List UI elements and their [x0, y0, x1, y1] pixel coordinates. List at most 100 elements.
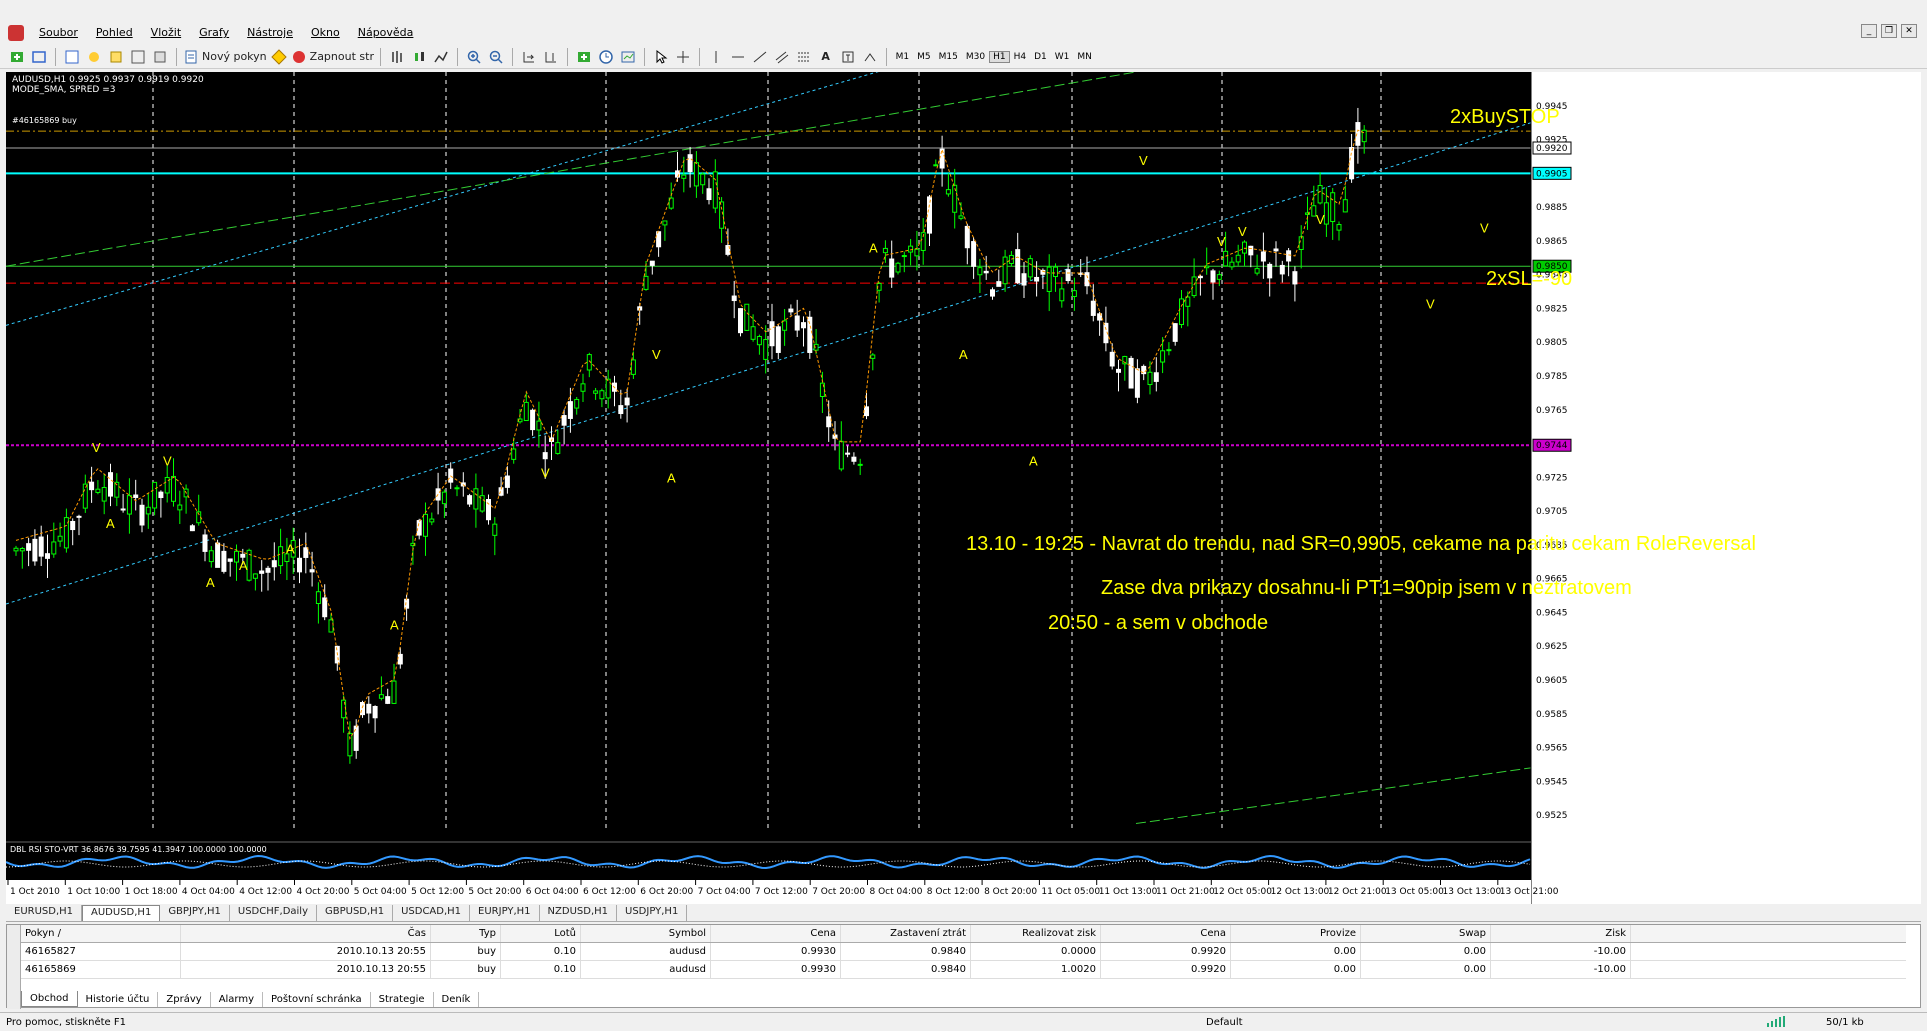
restore-icon[interactable]: ❐ — [1881, 24, 1897, 38]
table-row[interactable]: 46165827 2010.10.13 20:55 buy 0.10 audusd 0.9… — [21, 943, 1906, 961]
candle-chart-icon[interactable] — [409, 47, 429, 67]
menu-okno[interactable]: Okno — [302, 26, 349, 39]
arrows-icon[interactable] — [860, 47, 880, 67]
fractal-down-marker: A — [206, 575, 215, 590]
table-row[interactable]: 46165869 2010.10.13 20:55 buy 0.10 audusd 0.9… — [21, 961, 1906, 979]
timeframe-w1[interactable]: W1 — [1051, 51, 1074, 63]
trendline-icon[interactable] — [750, 47, 770, 67]
terminal-tab[interactable]: Deník — [434, 992, 480, 1007]
profiles-icon[interactable] — [29, 47, 49, 67]
terminal-tab[interactable]: Alarmy — [211, 992, 264, 1007]
menu-nastroje[interactable]: Nástroje — [238, 26, 302, 39]
line-chart-icon[interactable] — [431, 47, 451, 67]
timeframe-m30[interactable]: M30 — [962, 51, 989, 63]
symbol-tab[interactable]: EURJPY,H1 — [470, 905, 540, 921]
terminal-sidebar[interactable] — [7, 925, 21, 1009]
minimize-icon[interactable]: _ — [1861, 24, 1877, 38]
time-tick-label: 1 Oct 18:00 — [125, 887, 178, 897]
fractal-up-marker: V — [1139, 153, 1148, 168]
cursor-icon[interactable] — [651, 47, 671, 67]
timeframe-d1[interactable]: D1 — [1030, 51, 1051, 63]
data-window-icon[interactable] — [84, 47, 104, 67]
app-icon[interactable] — [8, 24, 24, 41]
symbol-tab[interactable]: NZDUSD,H1 — [540, 905, 618, 921]
candle-body — [1254, 268, 1260, 274]
menu-pohled[interactable]: Pohled — [87, 26, 142, 39]
metaeditor-icon[interactable] — [269, 47, 289, 67]
vertical-line-icon[interactable] — [706, 47, 726, 67]
terminal-tab[interactable]: Strategie — [371, 992, 434, 1007]
time-tick-label: 11 Oct 13:00 — [1099, 887, 1158, 897]
autoscroll-icon[interactable] — [519, 47, 539, 67]
channel-icon[interactable] — [772, 47, 792, 67]
timeframe-mn[interactable]: MN — [1073, 51, 1096, 63]
candle-body — [391, 680, 397, 704]
market-watch-icon[interactable] — [62, 47, 82, 67]
candle-body — [838, 440, 844, 470]
navigator-icon[interactable] — [106, 47, 126, 67]
templates-icon[interactable] — [618, 47, 638, 67]
symbol-tab[interactable]: USDCAD,H1 — [393, 905, 471, 921]
indicators-icon[interactable] — [574, 47, 594, 67]
horizontal-line-icon[interactable] — [728, 47, 748, 67]
table-cell: buy — [431, 961, 501, 978]
chart-window[interactable]: V V V V V V V V V V A A A A A A A A A 0.9945 0.9925 0.9920 0.9… — [6, 72, 1921, 904]
time-tick-label: 5 Oct 20:00 — [468, 887, 521, 897]
text-icon[interactable]: A — [816, 47, 836, 67]
terminal-tab[interactable]: Obchod — [21, 991, 78, 1007]
fibo-icon[interactable] — [794, 47, 814, 67]
price-tick-label: 0.9785 — [1536, 372, 1568, 382]
symbol-tab[interactable]: AUDUSD,H1 — [82, 905, 161, 921]
price-chart[interactable]: VVVVVVVVVVAAAAAAAAA0.99450.99250.99200.9… — [6, 72, 1921, 904]
chart-header: AUDUSD,H1 0.9925 0.9937 0.9919 0.9920 MO… — [12, 75, 204, 95]
candle-body — [889, 258, 895, 278]
terminal-tab[interactable]: Historie účtu — [78, 992, 159, 1007]
candle-body — [681, 174, 687, 179]
candle-body — [70, 520, 76, 531]
timeframe-m5[interactable]: M5 — [913, 51, 935, 63]
terminal-icon[interactable] — [128, 47, 148, 67]
symbol-tab[interactable]: EURUSD,H1 — [6, 905, 83, 921]
table-cell: 0.00 — [1361, 943, 1491, 960]
new-chart-icon[interactable] — [7, 47, 27, 67]
crosshair-icon[interactable] — [673, 47, 693, 67]
autotrading-button[interactable]: Zapnout strategie — [291, 47, 374, 67]
symbol-tab[interactable]: USDJPY,H1 — [617, 905, 688, 921]
symbol-tab[interactable]: GBPUSD,H1 — [317, 905, 394, 921]
candle-body — [662, 220, 668, 226]
periods-icon[interactable] — [596, 47, 616, 67]
new-order-button[interactable]: Nový pokyn — [183, 47, 267, 67]
candle-body — [240, 553, 246, 558]
terminal-tab[interactable]: Poštovní schránka — [263, 992, 371, 1007]
candle-body — [1065, 269, 1071, 282]
label-icon[interactable] — [838, 47, 858, 67]
chart-shift-icon[interactable] — [541, 47, 561, 67]
menu-soubor[interactable]: Soubor — [30, 26, 87, 39]
column-header: Lotů — [501, 925, 581, 942]
timeframe-h1[interactable]: H1 — [989, 50, 1010, 63]
bar-chart-icon[interactable] — [387, 47, 407, 67]
close-icon[interactable]: ✕ — [1901, 24, 1917, 38]
candle-body — [864, 406, 869, 417]
timeframe-h4[interactable]: H4 — [1010, 51, 1031, 63]
symbol-tab[interactable]: GBPJPY,H1 — [160, 905, 230, 921]
timeframe-m1[interactable]: M1 — [892, 51, 914, 63]
candle-body — [750, 326, 756, 340]
menu-napoveda[interactable]: Nápověda — [349, 26, 423, 39]
zoom-out-icon[interactable] — [486, 47, 506, 67]
candle-body — [990, 289, 995, 297]
annotation-note3: 20:50 - a sem v obchode — [1048, 612, 1269, 634]
candle-body — [152, 481, 158, 509]
timeframe-m15[interactable]: M15 — [935, 51, 962, 63]
candle-body — [1210, 270, 1216, 283]
candle-body — [1185, 296, 1191, 307]
table-header: Pokyn / Čas Typ Lotů Symbol Cena Zastavení ztr… — [21, 925, 1906, 943]
tester-icon[interactable] — [150, 47, 170, 67]
menu-grafy[interactable]: Grafy — [190, 26, 238, 39]
zoom-in-icon[interactable] — [464, 47, 484, 67]
terminal-tab[interactable]: Zprávy — [158, 992, 211, 1007]
symbol-tab[interactable]: USDCHF,Daily — [230, 905, 317, 921]
menu-vlozit[interactable]: Vložit — [142, 26, 190, 39]
candle-body — [845, 452, 851, 455]
time-tick-label: 11 Oct 05:00 — [1041, 887, 1100, 897]
